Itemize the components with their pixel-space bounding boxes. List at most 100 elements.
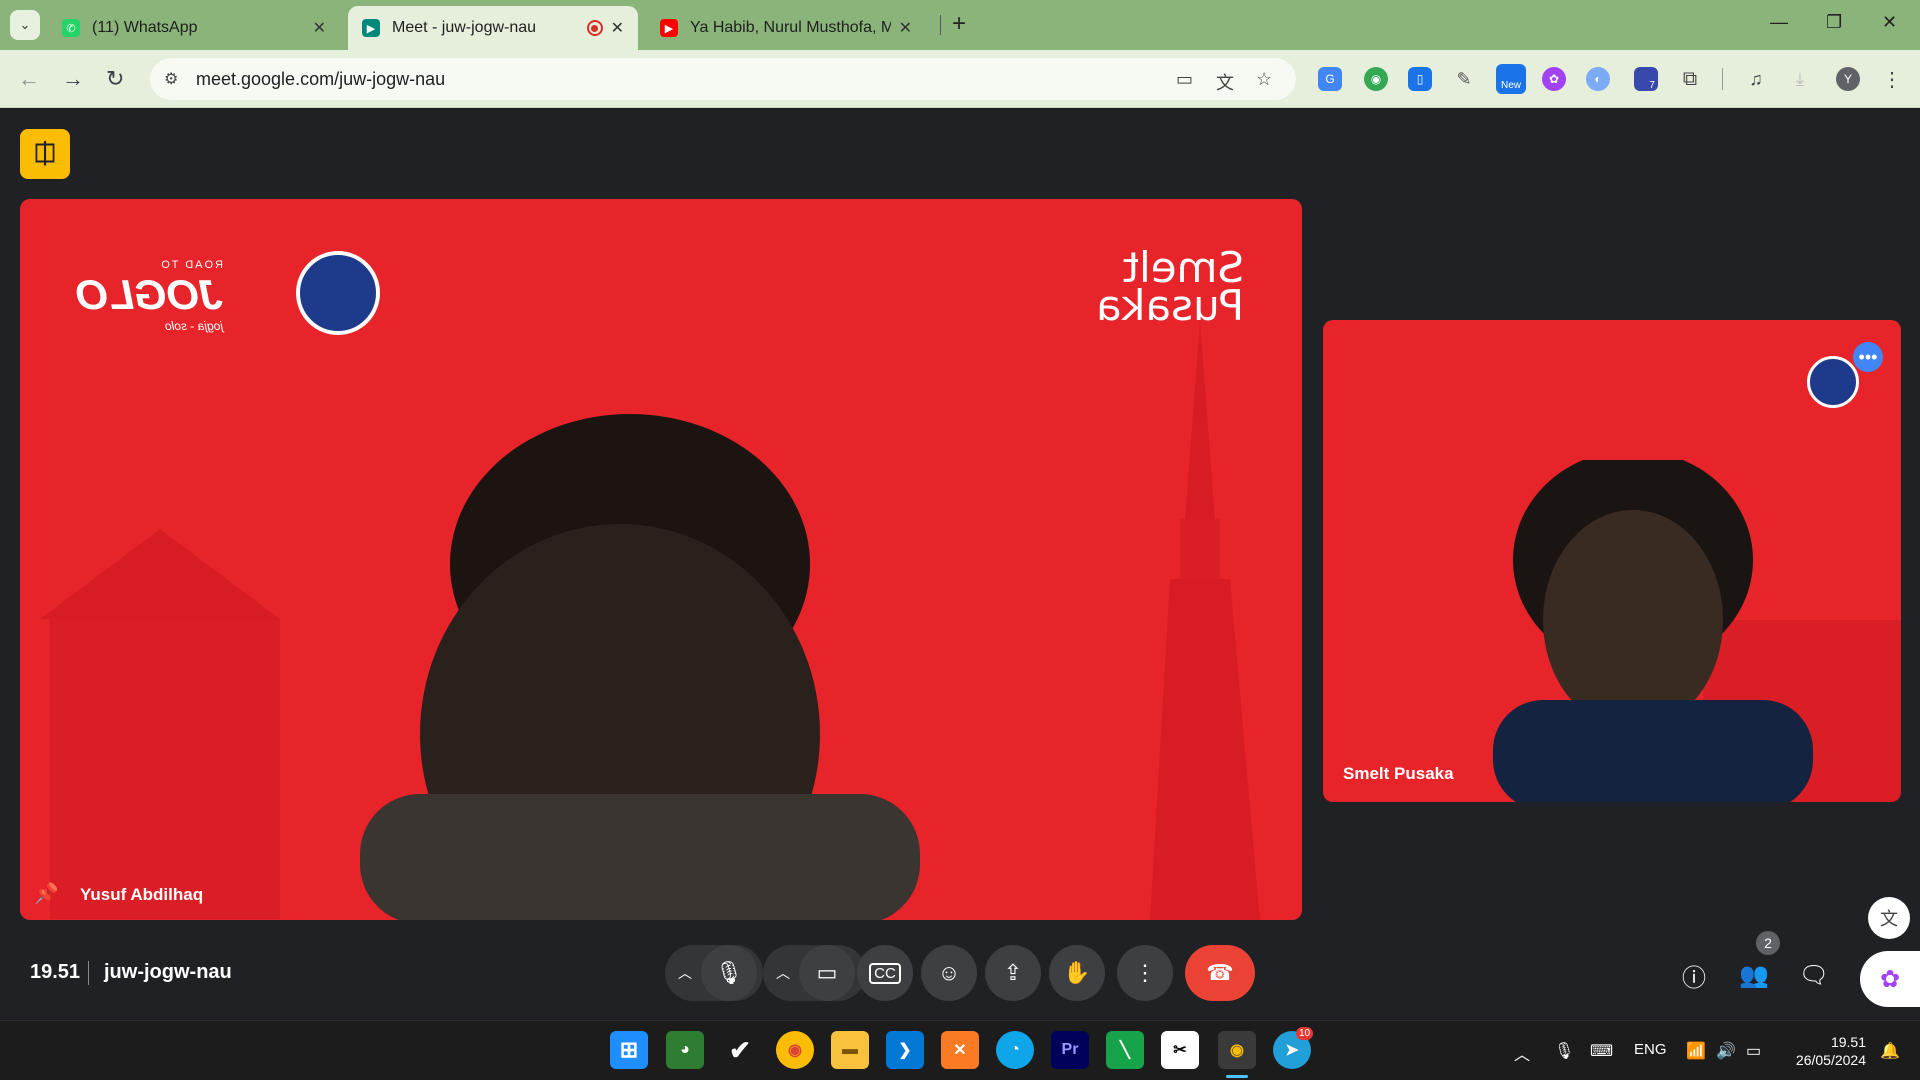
meeting-details-button[interactable]: ⓘ [1674, 955, 1714, 995]
system-clock[interactable]: 19.51 26/05/2024 [1796, 1033, 1866, 1069]
capcut-icon[interactable]: ✂ [1161, 1031, 1199, 1069]
telegram-badge: 10 [1296, 1027, 1314, 1040]
google-meet-icon: ▶ [362, 19, 380, 37]
browser-menu-icon[interactable]: ⋮ [1880, 67, 1904, 91]
divider [88, 961, 89, 985]
chevron-up-icon: ︿ [678, 965, 692, 981]
meeting-time: 19.51 [30, 961, 81, 983]
school-seal-logo [296, 251, 380, 335]
notification-bell-icon[interactable]: 🔔 [1880, 1041, 1900, 1061]
raise-hand-button[interactable]: ✋ [1049, 945, 1105, 1001]
close-icon[interactable]: ✕ [611, 18, 624, 38]
participant-tile-side[interactable]: ••• Smelt Pusaka [1323, 320, 1901, 802]
globe-extension-icon[interactable]: ◉ [1364, 67, 1388, 91]
battery-icon[interactable]: ▭ [1746, 1041, 1761, 1061]
extension-count-badge: 7 [1649, 79, 1655, 91]
pen-extension-icon[interactable]: ✎ [1452, 67, 1476, 91]
more-options-icon[interactable]: ••• [1853, 342, 1883, 372]
spreadsheet-icon[interactable]: ╲ [1106, 1031, 1144, 1069]
tab-whatsapp[interactable]: ✆ (11) WhatsApp ✕ [48, 6, 340, 50]
pin-icon[interactable]: 📌 [34, 881, 59, 906]
file-explorer-icon[interactable]: ▬ [831, 1031, 869, 1069]
companion-mode-button[interactable]: ⎅ [20, 129, 70, 179]
minimize-button[interactable]: — [1770, 12, 1788, 33]
tab-title: Meet - juw-jogw-nau [392, 19, 537, 36]
site-info-icon[interactable]: ⚙ [164, 69, 184, 89]
camera-icon[interactable]: ▭ [1176, 69, 1193, 90]
browser-toolbar: ← → ↻ ⚙ meet.google.com/juw-jogw-nau ▭ 文… [0, 50, 1920, 108]
stack-extension-icon[interactable]: 7 [1634, 67, 1658, 91]
xampp-icon[interactable]: ✕ [941, 1031, 979, 1069]
meeting-code: juw-jogw-nau [104, 961, 232, 983]
new-badge: New [1500, 79, 1521, 91]
whatsapp-icon: ✆ [62, 19, 80, 37]
close-icon[interactable]: ✕ [313, 18, 326, 38]
participant-name-main: Yusuf Abdilhaq [80, 885, 204, 904]
brain-icon: ✿ [1879, 965, 1901, 993]
tray-overflow-chevron-icon[interactable]: ︿ [1514, 1041, 1530, 1065]
participant-name-side: Smelt Pusaka [1343, 764, 1454, 783]
people-button[interactable]: 👥 [1734, 955, 1774, 995]
chrome-icon[interactable]: ◉ [776, 1031, 814, 1069]
close-icon[interactable]: ✕ [899, 18, 912, 38]
microphone-tray-icon[interactable]: 🎙 [1554, 1041, 1574, 1061]
windows-start-icon[interactable]: ⊞ [610, 1031, 648, 1069]
edge-icon[interactable]: ◔ [996, 1031, 1034, 1069]
new-tab-button[interactable]: + [952, 10, 966, 38]
new-extension-icon[interactable]: New [1496, 64, 1526, 94]
camera-button[interactable]: ▭ [799, 945, 855, 1001]
active-app-indicator [1226, 1075, 1248, 1078]
people-icon: 👥 [1739, 961, 1769, 989]
vscode-icon[interactable]: ❯ [886, 1031, 924, 1069]
clock-time: 19.51 [1830, 1034, 1866, 1050]
youtube-icon: ▶ [660, 19, 678, 37]
reload-button[interactable]: ↻ [106, 66, 124, 92]
todo-check-icon[interactable]: ✔ [721, 1031, 759, 1069]
participant-video-silhouette [360, 414, 920, 920]
close-window-button[interactable]: ✕ [1882, 12, 1897, 33]
video-options-button[interactable]: ︿ [763, 945, 803, 1001]
chrome-profile-icon[interactable]: ◉ [1218, 1031, 1256, 1069]
leave-call-button[interactable]: ☎ [1185, 945, 1255, 1001]
participant-tile-main[interactable]: ROAD TO JOGLO jogja - solo Smelt Pusaka … [20, 199, 1302, 920]
premiere-pro-icon[interactable]: Pr [1051, 1031, 1089, 1069]
translate-icon[interactable]: 文 [1216, 69, 1234, 95]
reactions-button[interactable]: ☺ [921, 945, 977, 1001]
bookmark-star-icon[interactable]: ☆ [1256, 69, 1272, 90]
microphone-button[interactable]: 🎙 [701, 945, 757, 1001]
tab-meet[interactable]: ▶ Meet - juw-jogw-nau ✕ [348, 6, 638, 50]
profile-avatar[interactable]: Y [1836, 67, 1860, 91]
captions-icon: CC [869, 962, 901, 984]
forward-button[interactable]: → [62, 66, 84, 92]
download-icon[interactable]: ⤓ [1788, 67, 1812, 91]
captions-button[interactable]: CC [857, 945, 913, 1001]
hang-up-icon: ☎ [1206, 960, 1234, 985]
clock-date: 26/05/2024 [1795, 1052, 1866, 1068]
present-button[interactable]: ⇪ [985, 945, 1041, 1001]
restore-button[interactable]: ❐ [1826, 12, 1842, 33]
translate-floating-button[interactable]: 文 [1868, 897, 1910, 939]
more-options-button[interactable]: ⋮ [1117, 945, 1173, 1001]
audio-options-button[interactable]: ︿ [665, 945, 705, 1001]
swirl-extension-icon[interactable]: ◐ [1586, 67, 1610, 91]
back-button[interactable]: ← [18, 66, 40, 92]
google-translate-extension-icon[interactable]: G [1318, 67, 1342, 91]
brain-extension-icon[interactable]: ✿ [1542, 67, 1566, 91]
keyboard-icon[interactable]: ⌨ [1590, 1041, 1613, 1061]
assistant-floating-button[interactable]: ✿ [1860, 951, 1920, 1007]
extensions-puzzle-icon[interactable]: ⧉ [1678, 67, 1702, 91]
volume-icon[interactable]: 🔊 [1716, 1041, 1736, 1061]
tab-youtube[interactable]: ▶ Ya Habib, Nurul Musthofa, Mau ✕ [646, 6, 926, 50]
duolingo-icon[interactable]: ◕ [666, 1031, 704, 1069]
smelt-pusaka-brand: Smelt Pusaka [1096, 243, 1245, 330]
url-text[interactable]: meet.google.com/juw-jogw-nau [196, 69, 445, 90]
chat-button[interactable]: 🗨 [1794, 955, 1834, 995]
hand-icon: ✋ [1063, 960, 1091, 985]
tab-search-button[interactable]: ⌄ [10, 10, 40, 40]
door-icon: ⎅ [34, 138, 56, 168]
address-bar[interactable]: ⚙ meet.google.com/juw-jogw-nau ▭ 文 ☆ [150, 58, 1296, 100]
media-control-icon[interactable]: ♫ [1744, 67, 1768, 91]
clipboard-extension-icon[interactable]: ▯ [1408, 67, 1432, 91]
wifi-icon[interactable]: 📶 [1686, 1041, 1706, 1061]
language-indicator[interactable]: ENG [1634, 1041, 1667, 1058]
